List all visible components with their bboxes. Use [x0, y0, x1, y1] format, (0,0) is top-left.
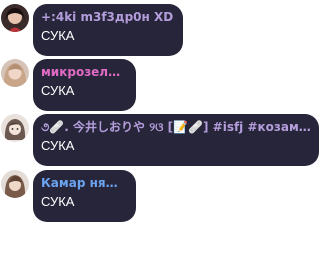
message-bubble: Камар няшка СУКА [33, 170, 136, 222]
message-item[interactable]: Камар няшка СУКА [0, 170, 140, 226]
message-text: СУКА [41, 138, 75, 153]
message-text: СУКА [41, 28, 75, 43]
message-text: СУКА [41, 83, 75, 98]
avatar[interactable] [1, 59, 29, 87]
message-text: СУКА [41, 194, 75, 209]
chat-message-list: +:4ki m3f3др0н XD СУКА микрозелень СУКА [0, 0, 320, 271]
sender-name[interactable]: микрозелень [41, 65, 128, 79]
message-item[interactable]: ૭🩹. 今井しおりや ୨ଓ [📝🩹] #isfj #козамо… СУКА [0, 114, 320, 170]
avatar[interactable] [1, 4, 29, 32]
message-item[interactable]: микрозелень СУКА [0, 59, 140, 115]
brown-hair-avatar-icon [1, 170, 29, 198]
dark-hair-avatar-icon [1, 4, 29, 32]
message-item[interactable]: +:4ki m3f3др0н XD СУКА [0, 4, 190, 60]
sender-name[interactable]: ૭🩹. 今井しおりや ୨ଓ [📝🩹] #isfj #козамо… [41, 120, 311, 134]
light-hair-avatar-icon [1, 59, 29, 87]
message-bubble: +:4ki m3f3др0н XD СУКА [33, 4, 183, 56]
sender-name[interactable]: Камар няшка [41, 176, 128, 190]
sender-name[interactable]: +:4ki m3f3др0н XD [41, 10, 175, 24]
avatar[interactable] [1, 170, 29, 198]
avatar[interactable] [1, 114, 29, 142]
anime-avatar-icon [1, 114, 29, 142]
message-bubble: ૭🩹. 今井しおりや ୨ଓ [📝🩹] #isfj #козамо… СУКА [33, 114, 319, 166]
message-bubble: микрозелень СУКА [33, 59, 136, 111]
